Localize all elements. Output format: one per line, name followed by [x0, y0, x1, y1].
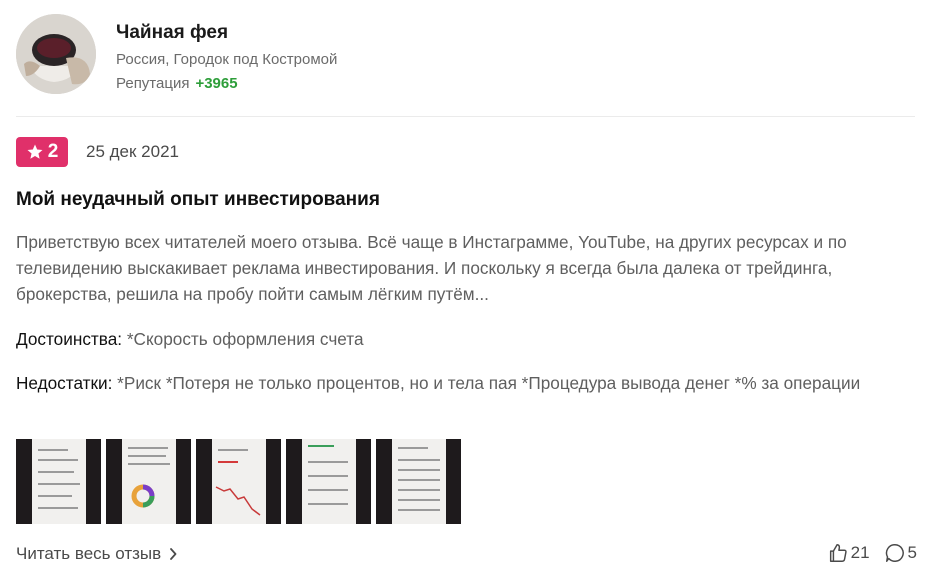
read-more-link[interactable]: Читать весь отзыв: [16, 544, 177, 564]
rating-badge: 2: [16, 137, 68, 167]
review-pros: Достоинства: *Скорость оформления счета: [16, 326, 916, 352]
cons-text: *Риск *Потеря не только процентов, но и …: [112, 373, 861, 393]
photo-thumbnail[interactable]: [286, 439, 371, 524]
cons-label: Недостатки:: [16, 373, 113, 393]
reputation-value: +3965: [195, 75, 238, 92]
read-more-label: Читать весь отзыв: [16, 544, 162, 563]
review-excerpt[interactable]: Приветствую всех читателей моего отзыва.…: [16, 229, 916, 307]
comments-button[interactable]: 5: [884, 542, 917, 564]
pros-label: Достоинства:: [16, 329, 123, 349]
chevron-right-icon: [170, 548, 177, 560]
like-button[interactable]: 21: [827, 542, 870, 564]
divider: [16, 116, 915, 117]
photo-thumbnail[interactable]: [196, 439, 281, 524]
review-actions: 21 5: [813, 542, 917, 564]
photo-gallery: [16, 439, 466, 524]
pros-text: *Скорость оформления счета: [122, 329, 364, 349]
comment-icon: [885, 544, 904, 562]
review-cons: Недостатки: *Риск *Потеря не только проц…: [16, 370, 916, 396]
star-icon: [27, 144, 43, 159]
photo-thumbnail[interactable]: [16, 439, 101, 524]
reputation-label: Репутация: [116, 75, 190, 92]
author-name[interactable]: Чайная фея: [116, 22, 337, 44]
rating-value: 2: [47, 141, 59, 162]
photo-thumbnail[interactable]: [106, 439, 191, 524]
review-title[interactable]: Мой неудачный опыт инвестирования: [16, 189, 380, 211]
likes-count: 21: [850, 543, 870, 562]
author-reputation: Репутация +3965: [116, 75, 337, 93]
avatar[interactable]: [16, 14, 96, 94]
avatar-image: [16, 14, 96, 94]
thumbs-up-icon: [829, 544, 847, 562]
review-meta: 2 25 дек 2021: [16, 137, 179, 167]
comments-count: 5: [907, 543, 917, 562]
author-header: Чайная фея Россия, Городок под Костромой…: [16, 14, 337, 98]
review-date: 25 дек 2021: [86, 142, 179, 161]
photo-thumbnail[interactable]: [376, 439, 461, 524]
author-location: Россия, Городок под Костромой: [116, 51, 338, 68]
